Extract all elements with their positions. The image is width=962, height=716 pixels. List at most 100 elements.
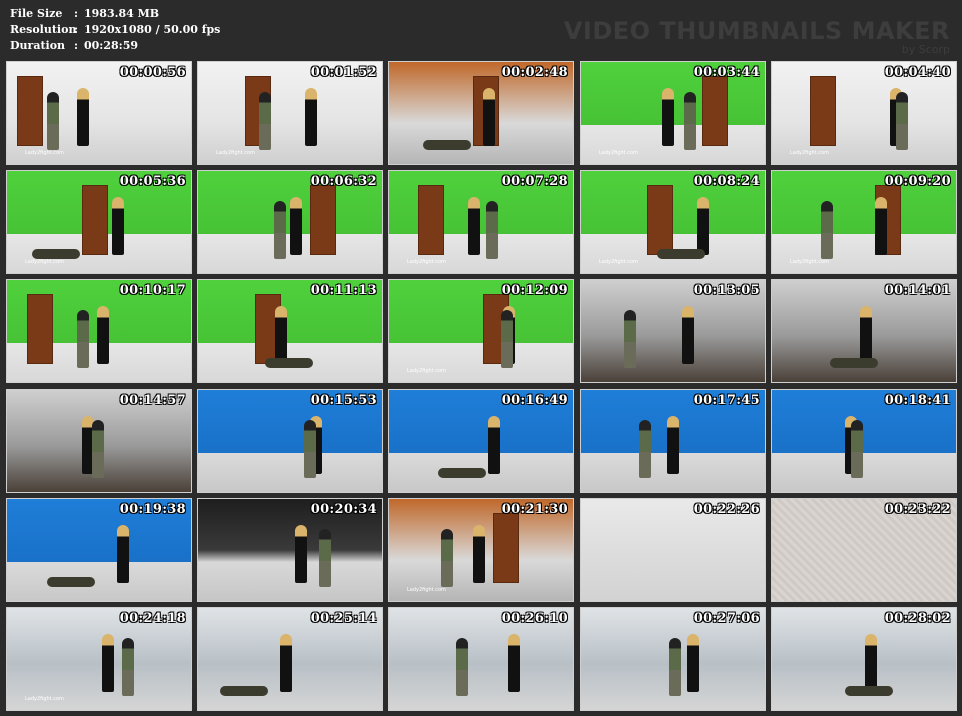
video-thumbnail[interactable]: 00:25:14 (197, 607, 383, 711)
file-size-label: File Size (10, 7, 63, 20)
duration-value: 00:28:59 (84, 39, 139, 52)
person-figure (488, 416, 500, 474)
person-lying-figure (830, 358, 878, 368)
video-thumbnail[interactable]: 00:08:24 Lady2fight.com (580, 170, 766, 274)
timestamp-label: 00:16:49 (501, 393, 568, 408)
resolution-label: Resolution (10, 23, 77, 36)
timestamp-label: 00:23:22 (884, 502, 951, 517)
duration-label: Duration (10, 39, 66, 52)
video-thumbnail[interactable]: 00:01:52 Lady2fight.com (197, 61, 383, 165)
video-thumbnail[interactable]: 00:19:38 (6, 498, 192, 602)
video-thumbnail[interactable]: 00:20:34 (197, 498, 383, 602)
timestamp-label: 00:03:44 (693, 65, 760, 80)
person-figure (821, 201, 833, 259)
person-figure (865, 634, 877, 692)
person-figure (77, 310, 89, 368)
timestamp-label: 00:25:14 (310, 611, 377, 626)
video-thumbnail[interactable]: 00:09:20 Lady2fight.com (771, 170, 957, 274)
person-lying-figure (438, 468, 486, 478)
timestamp-label: 00:08:24 (693, 174, 760, 189)
header: File Size : 1983.84 MB Resolution : 1920… (0, 0, 962, 60)
timestamp-label: 00:07:28 (501, 174, 568, 189)
file-size-row: File Size : 1983.84 MB (10, 6, 220, 22)
site-watermark: Lady2fight.com (599, 259, 638, 265)
timestamp-label: 00:24:18 (119, 611, 186, 626)
video-thumbnail[interactable]: 00:14:01 (771, 279, 957, 383)
person-figure (667, 416, 679, 474)
video-thumbnail[interactable]: 00:21:30 Lady2fight.com (388, 498, 574, 602)
video-thumbnail[interactable]: 00:00:56 Lady2fight.com (6, 61, 192, 165)
video-thumbnail[interactable]: 00:10:17 (6, 279, 192, 383)
video-thumbnail[interactable]: 00:28:02 (771, 607, 957, 711)
person-figure (441, 529, 453, 587)
video-thumbnail[interactable]: 00:06:32 (197, 170, 383, 274)
person-figure (304, 420, 316, 478)
video-thumbnail[interactable]: 00:12:09 Lady2fight.com (388, 279, 574, 383)
person-lying-figure (220, 686, 268, 696)
door-shape (310, 185, 336, 255)
video-thumbnail[interactable]: 00:11:13 (197, 279, 383, 383)
timestamp-label: 00:00:56 (119, 65, 186, 80)
site-watermark: Lady2fight.com (25, 150, 64, 156)
site-watermark: Lady2fight.com (599, 150, 638, 156)
person-figure (275, 306, 287, 364)
person-figure (77, 88, 89, 146)
person-figure (662, 88, 674, 146)
person-figure (305, 88, 317, 146)
video-thumbnail[interactable]: 00:24:18 Lady2fight.com (6, 607, 192, 711)
video-thumbnail[interactable]: 00:26:10 (388, 607, 574, 711)
person-figure (468, 197, 480, 255)
video-thumbnail[interactable]: 00:13:05 (580, 279, 766, 383)
brand-watermark: VIDEO THUMBNAILS MAKER by Scorp (564, 18, 950, 56)
video-thumbnail[interactable]: 00:14:57 (6, 389, 192, 493)
timestamp-label: 00:17:45 (693, 393, 760, 408)
video-thumbnail[interactable]: 00:18:41 (771, 389, 957, 493)
person-lying-figure (657, 249, 705, 259)
timestamp-label: 00:21:30 (501, 502, 568, 517)
site-watermark: Lady2fight.com (407, 368, 446, 374)
timestamp-label: 00:01:52 (310, 65, 377, 80)
video-thumbnail[interactable]: 00:27:06 (580, 607, 766, 711)
person-lying-figure (423, 140, 471, 150)
person-figure (290, 197, 302, 255)
person-lying-figure (265, 358, 313, 368)
person-figure (259, 92, 271, 150)
person-figure (112, 197, 124, 255)
person-figure (102, 634, 114, 692)
person-figure (697, 197, 709, 255)
timestamp-label: 00:15:53 (310, 393, 377, 408)
timestamp-label: 00:11:13 (310, 283, 377, 298)
person-lying-figure (845, 686, 893, 696)
timestamp-label: 00:05:36 (119, 174, 186, 189)
person-figure (456, 638, 468, 696)
site-watermark: Lady2fight.com (790, 259, 829, 265)
video-thumbnail[interactable]: 00:02:48 (388, 61, 574, 165)
person-figure (473, 525, 485, 583)
video-thumbnail[interactable]: 00:23:22 (771, 498, 957, 602)
video-thumbnail[interactable]: 00:04:40 Lady2fight.com (771, 61, 957, 165)
person-figure (851, 420, 863, 478)
video-thumbnail[interactable]: 00:17:45 (580, 389, 766, 493)
person-figure (92, 420, 104, 478)
video-thumbnail[interactable]: 00:22:26 (580, 498, 766, 602)
person-figure (669, 638, 681, 696)
person-figure (483, 88, 495, 146)
person-figure (122, 638, 134, 696)
brand-byline: by Scorp (901, 43, 950, 56)
person-figure (295, 525, 307, 583)
door-shape (27, 294, 53, 364)
video-thumbnail[interactable]: 00:16:49 (388, 389, 574, 493)
duration-row: Duration : 00:28:59 (10, 38, 220, 54)
video-thumbnail[interactable]: 00:05:36 Lady2fight.com (6, 170, 192, 274)
video-thumbnail[interactable]: 00:15:53 (197, 389, 383, 493)
video-thumbnail[interactable]: 00:03:44 Lady2fight.com (580, 61, 766, 165)
timestamp-label: 00:13:05 (693, 283, 760, 298)
site-watermark: Lady2fight.com (25, 259, 64, 265)
video-thumbnail[interactable]: 00:07:28 Lady2fight.com (388, 170, 574, 274)
separator: : (74, 39, 79, 52)
door-shape (17, 76, 43, 146)
timestamp-label: 00:27:06 (693, 611, 760, 626)
brand-title: VIDEO THUMBNAILS MAKER (563, 17, 950, 45)
site-watermark: Lady2fight.com (790, 150, 829, 156)
person-figure (486, 201, 498, 259)
